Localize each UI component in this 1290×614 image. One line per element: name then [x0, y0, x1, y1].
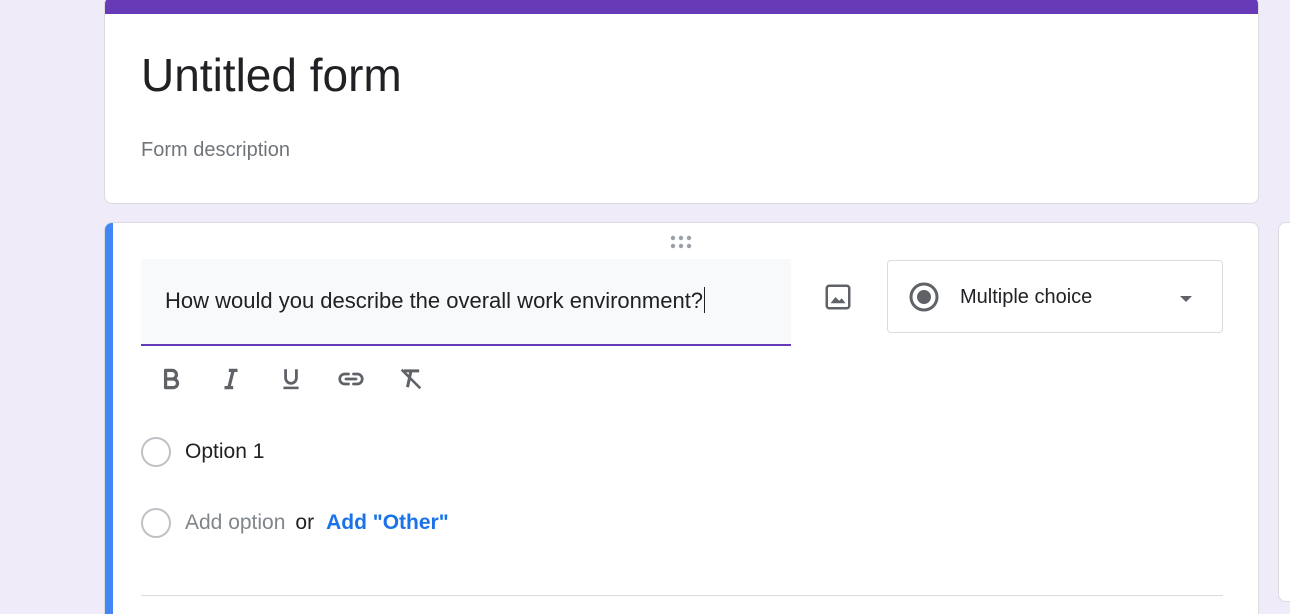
add-other-button[interactable]: Add "Other"	[326, 511, 449, 535]
header-accent-bar	[105, 0, 1258, 14]
insert-link-button[interactable]	[333, 361, 369, 397]
add-option-input[interactable]: Add option	[185, 511, 285, 535]
chevron-down-icon	[1180, 296, 1192, 302]
active-question-indicator	[105, 223, 113, 614]
bold-icon	[163, 368, 180, 390]
text-cursor	[704, 287, 706, 313]
clear-formatting-icon	[400, 368, 422, 390]
or-separator: or	[295, 511, 315, 534]
footer-divider	[141, 595, 1223, 596]
question-card[interactable]: How would you describe the overall work …	[104, 222, 1259, 614]
radio-button-icon	[909, 282, 939, 312]
question-title-input[interactable]: How would you describe the overall work …	[141, 259, 791, 346]
italic-button[interactable]	[213, 361, 249, 397]
form-header-card: Untitled form Form description	[104, 0, 1259, 204]
clear-formatting-button[interactable]	[393, 361, 429, 397]
question-type-dropdown[interactable]: Multiple choice	[887, 260, 1223, 333]
question-type-label: Multiple choice	[960, 286, 1093, 308]
text-formatting-toolbar	[153, 359, 429, 399]
question-title-value: How would you describe the overall work …	[165, 288, 704, 313]
add-option-row: Add option or Add "Other"	[141, 505, 449, 541]
underline-button[interactable]	[273, 361, 309, 397]
option-label[interactable]: Option 1	[185, 440, 264, 464]
option-row[interactable]: Option 1	[141, 434, 264, 470]
option-radio-icon	[141, 437, 171, 467]
form-editor: Untitled form Form description How would…	[0, 0, 1290, 614]
add-image-button[interactable]	[820, 279, 856, 315]
italic-icon	[224, 368, 238, 390]
question-title-text: How would you describe the overall work …	[165, 287, 706, 315]
underline-icon	[283, 369, 299, 390]
floating-side-toolbar	[1278, 222, 1290, 602]
option-radio-icon	[141, 508, 171, 538]
drag-handle-icon[interactable]	[670, 235, 696, 249]
image-icon	[825, 284, 851, 310]
link-icon	[338, 372, 364, 386]
bold-button[interactable]	[153, 361, 189, 397]
form-title-input[interactable]: Untitled form	[141, 49, 402, 101]
form-description-input[interactable]: Form description	[141, 138, 290, 162]
